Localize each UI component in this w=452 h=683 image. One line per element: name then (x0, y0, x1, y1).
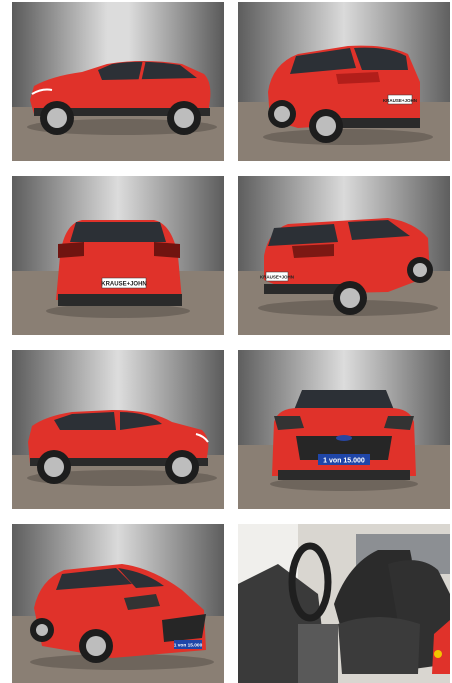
license-plate-label: 1 von 15.000 (174, 643, 203, 649)
car-side-left-image (12, 2, 224, 161)
car-rear-three-quarter-image: KRAUSE+JOHN (238, 2, 450, 161)
gallery-photo-rear-three-quarter-right[interactable]: KRAUSE+JOHN (238, 176, 450, 335)
gallery-photo-side-left[interactable] (12, 2, 224, 161)
car-rear-image: KRAUSE+JOHN (12, 176, 224, 335)
car-rear-right-image: KRAUSE+JOHN (238, 176, 450, 335)
license-plate-label: KRAUSE+JOHN (260, 275, 294, 280)
car-interior-image (238, 524, 450, 683)
gallery-photo-rear-three-quarter-left[interactable]: KRAUSE+JOHN (238, 2, 450, 161)
gallery-photo-interior[interactable] (238, 524, 450, 683)
gallery-photo-rear[interactable]: KRAUSE+JOHN (12, 176, 224, 335)
car-side-right-image (12, 350, 224, 509)
license-plate-label: KRAUSE+JOHN (383, 98, 417, 103)
license-plate-label: 1 von 15.000 (323, 458, 365, 465)
gallery-photo-side-right[interactable] (12, 350, 224, 509)
car-front-three-quarter-image: 1 von 15.000 (12, 524, 224, 683)
license-plate-label: KRAUSE+JOHN (101, 282, 147, 288)
car-front-image: 1 von 15.000 (238, 350, 450, 509)
gallery-photo-front-three-quarter[interactable]: 1 von 15.000 (12, 524, 224, 683)
gallery-photo-front[interactable]: 1 von 15.000 (238, 350, 450, 509)
